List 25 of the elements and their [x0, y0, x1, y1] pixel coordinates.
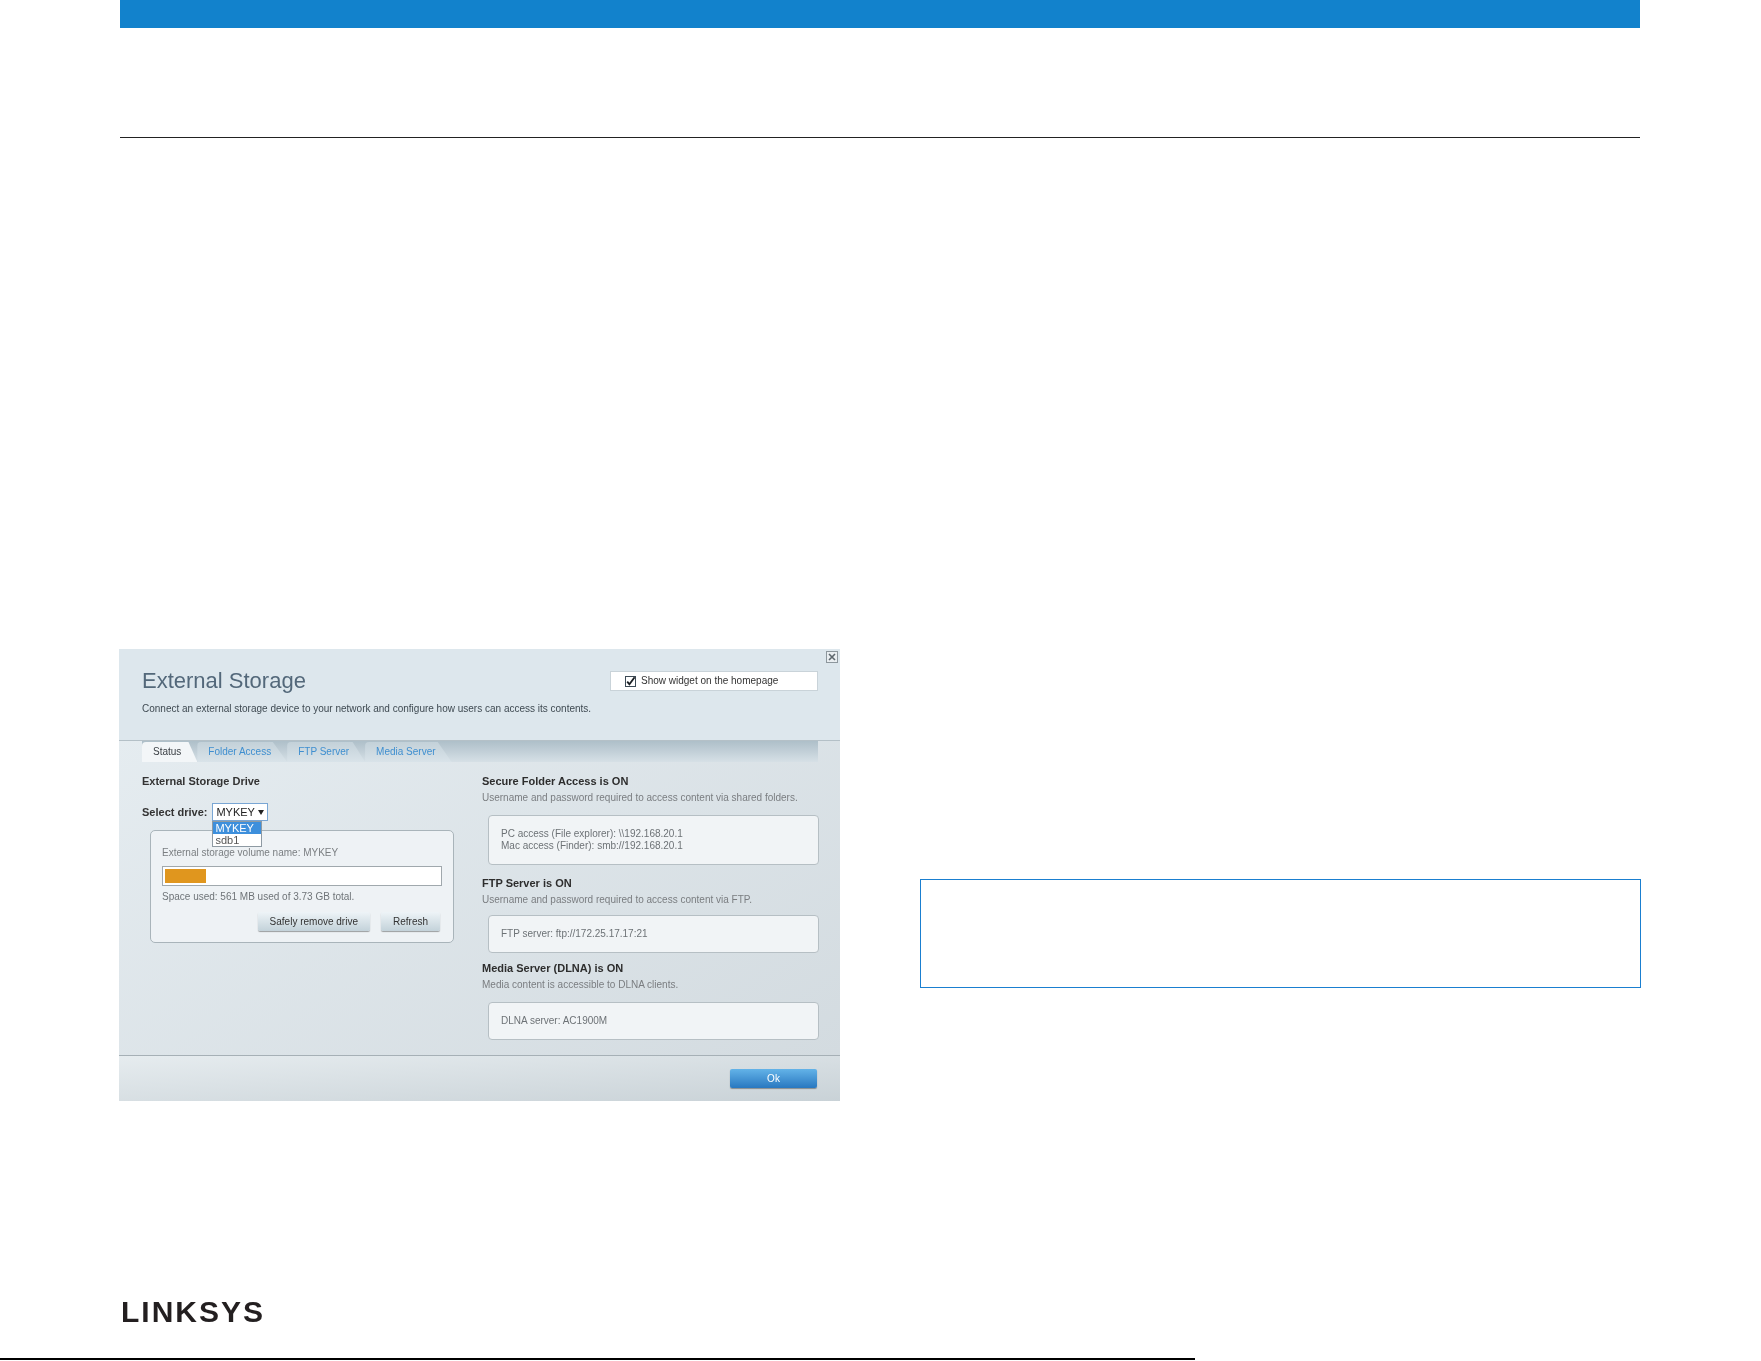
checkbox-label: Show widget on the homepage: [641, 675, 779, 687]
tab[interactable]: Status: [142, 742, 198, 762]
section-heading: External Storage Drive: [142, 775, 260, 788]
service-heading: Secure Folder Access is ON: [482, 775, 629, 788]
caret-icon: [258, 809, 265, 815]
brand-logo: LINKSYS: [121, 1297, 266, 1327]
dialog-subtitle: Connect an external storage device to your network and configure how users can access its contents.: [142, 703, 592, 715]
dialog-title: External Storage: [142, 667, 306, 695]
space-used-text: Space used: 561 MB used of 3.73 GB total.: [162, 891, 355, 903]
remove-drive-button[interactable]: Safely remove drive: [257, 912, 370, 931]
select-label: Select drive:: [142, 805, 208, 819]
close-icon[interactable]: [826, 651, 838, 663]
drive-select[interactable]: MYKEY: [212, 803, 269, 821]
volume-name: External storage volume name: MYKEY: [162, 847, 339, 859]
checkbox[interactable]: [625, 675, 636, 687]
service-heading: Media Server (DLNA) is ON: [482, 962, 624, 975]
refresh-button[interactable]: Refresh: [381, 912, 440, 931]
service-heading: FTP Server is ON: [482, 877, 572, 890]
server-address: DLNA server: AC1900M: [501, 1015, 608, 1027]
server-address: FTP server: ftp://172.25.17.17:21: [501, 928, 648, 940]
service-description: Username and password required to access content via shared folders.: [482, 792, 798, 804]
server-address: PC access (File explorer): \\192.168.20.1: [501, 828, 683, 840]
service-description: Username and password required to access content via FTP.: [482, 894, 752, 906]
server-address: Mac access (Finder): smb://192.168.20.1: [501, 840, 683, 852]
service-description: Media content is accessible to DLNA clients.: [482, 979, 679, 991]
